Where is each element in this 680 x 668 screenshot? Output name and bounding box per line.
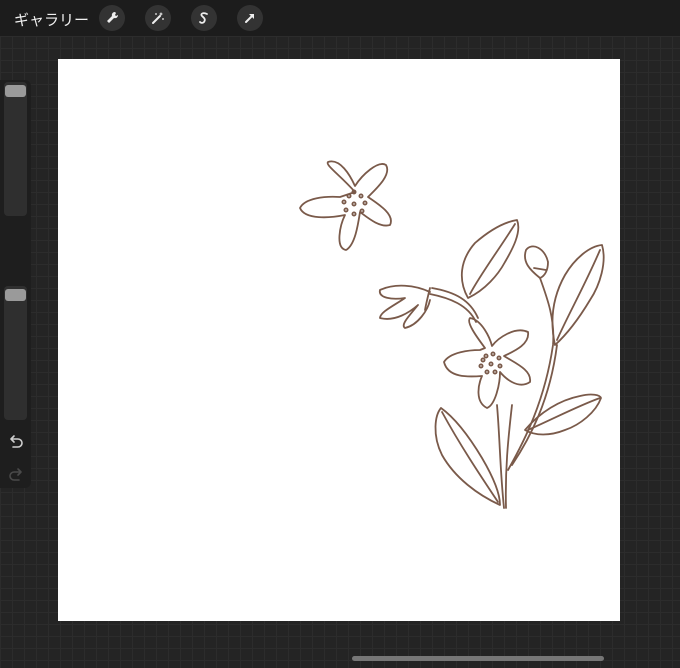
opacity-slider[interactable] [4,286,27,420]
top-toolbar: ギャラリー [0,0,680,36]
actions-button[interactable] [99,5,125,31]
adjustments-button[interactable] [145,5,171,31]
main-flower [443,317,531,409]
undo-icon[interactable] [7,433,25,451]
selection-button[interactable] [191,5,217,31]
flower-drawing [299,160,605,509]
brush-size-thumb[interactable] [5,85,26,97]
drawing-canvas[interactable] [58,59,620,621]
top-flower [299,160,392,251]
magic-wand-icon [152,12,164,24]
opacity-thumb[interactable] [5,289,26,301]
left-sidebar [0,80,31,488]
left-bud [379,284,431,329]
home-indicator[interactable] [352,656,604,661]
transform-arrow-icon [245,14,254,23]
wrench-icon [107,11,119,23]
right-bud [524,245,549,279]
transform-button[interactable] [237,5,263,31]
selection-icon [199,12,208,24]
brush-size-slider[interactable] [4,82,27,216]
gallery-button[interactable]: ギャラリー [14,9,89,30]
redo-icon[interactable] [7,466,25,484]
